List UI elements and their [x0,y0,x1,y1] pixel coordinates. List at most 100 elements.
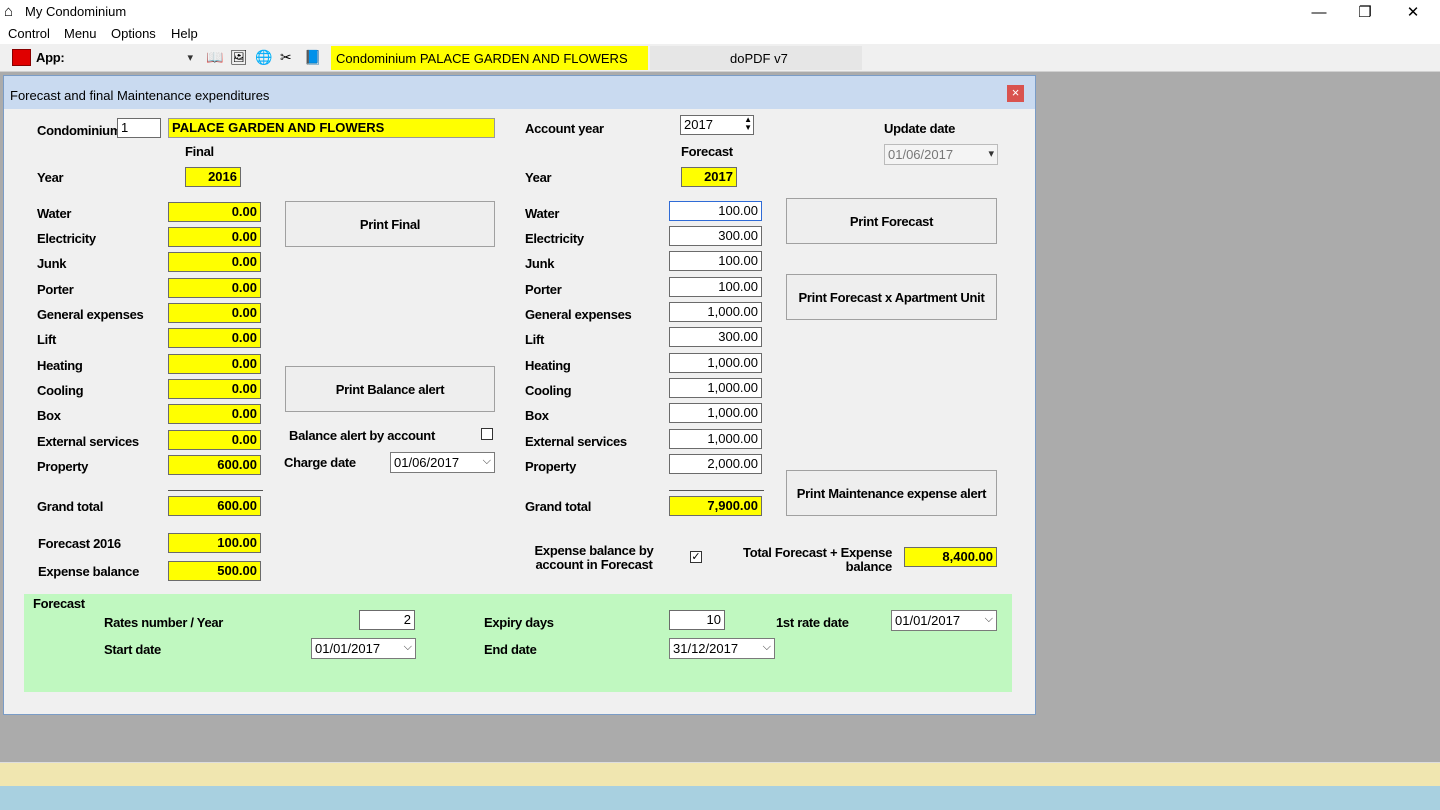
photo-icon[interactable]: 🖼 [230,49,248,66]
expense-balance-by-account-line-1: Expense balance by [534,543,654,558]
forecast-property-input[interactable]: 2,000.00 [669,454,762,474]
expense-label-heating: Heating [37,358,83,373]
close-icon[interactable]: ✕ [1390,0,1436,24]
start-date-value: 01/01/2017 [315,641,381,656]
forecast-label-porter: Porter [525,282,562,297]
forecast-column-label: Forecast [681,144,733,159]
forecast-porter-input[interactable]: 100.00 [669,277,762,297]
final-cooling: 0.00 [168,379,261,399]
menu-options[interactable]: Options [111,26,156,41]
expense-balance-by-account-checkbox[interactable]: ✓ [690,551,702,563]
forecast-general-input[interactable]: 1,000.00 [669,302,762,322]
maintenance-form: Forecast and final Maintenance expenditu… [3,75,1036,715]
rates-input[interactable]: 2 [359,610,415,630]
app-label: App: [36,50,65,65]
app-house-icon: ⌂ [4,3,14,20]
forecast-cooling-input[interactable]: 1,000.00 [669,378,762,398]
forecast-heating-input[interactable]: 1,000.00 [669,353,762,373]
printer-status[interactable]: doPDF v7 [650,46,862,70]
expiry-input[interactable]: 10 [669,610,725,630]
checkmark-icon: ✓ [691,551,701,563]
expense-label-electricity: Electricity [37,231,96,246]
account-year-spinner[interactable]: 2017 ▲ ▼ [680,115,754,135]
forecast-panel: Forecast Rates number / Year 2 Expiry da… [24,594,1012,692]
expense-balance-label: Expense balance [38,564,139,579]
final-lift: 0.00 [168,328,261,348]
final-external: 0.00 [168,430,261,450]
forecast-label-external: External services [525,434,627,449]
maximize-icon[interactable]: ❐ [1342,0,1388,24]
final-water: 0.00 [168,202,261,222]
menu-help[interactable]: Help [171,26,198,41]
start-date-picker[interactable]: 01/01/2017 ⌵ [311,638,416,659]
book-icon[interactable]: 📖 [206,49,223,66]
update-date-picker: 01/06/2017 ▾ [884,144,998,165]
final-grand-total-label: Grand total [37,499,104,514]
balance-alert-checkbox[interactable] [481,428,493,440]
window-title: My Condominium [25,4,127,19]
forecast-label-junk: Junk [525,256,555,271]
app-red-icon[interactable] [12,49,31,66]
dropdown-arrow-icon: ⌵ [984,613,993,625]
window-title-bar: ⌂ My Condominium — ❐ ✕ [0,0,1440,24]
forecast-label-cooling: Cooling [525,383,572,398]
form-title-bar: Forecast and final Maintenance expenditu… [4,76,1035,109]
condo-banner-text: Condominium PALACE GARDEN AND FLOWERS [336,51,628,66]
print-final-button[interactable]: Print Final [285,201,495,247]
expense-label-cooling: Cooling [37,383,84,398]
final-heating: 0.00 [168,354,261,374]
expense-label-lift: Lift [37,332,57,347]
menu-control[interactable]: Control [8,26,50,41]
expense-balance-by-account-label: Expense balance by account in Forecast [519,544,669,572]
forecast-external-input[interactable]: 1,000.00 [669,429,762,449]
update-date-value: 01/06/2017 [888,147,954,162]
first-rate-value: 01/01/2017 [895,613,961,628]
spin-arrows-icon[interactable]: ▲ ▼ [744,116,752,132]
final-grand-total: 600.00 [168,496,261,516]
forecast-lift-input[interactable]: 300.00 [669,327,762,347]
forecast-year-field: 2017 [681,167,737,187]
printer-label: doPDF v7 [730,51,788,66]
forecast-grand-total: 7,900.00 [669,496,762,516]
balance-alert-label: Balance alert by account [289,428,435,443]
condominium-number-input[interactable]: 1 [117,118,161,138]
final-box: 0.00 [168,404,261,424]
dropdown-arrow-icon: ▾ [187,52,193,64]
form-close-icon[interactable]: × [1007,85,1024,102]
final-junk: 0.00 [168,252,261,272]
account-year-label: Account year [525,121,604,136]
update-date-label: Update date [884,121,956,136]
forecast-prev-value: 100.00 [168,533,261,553]
menu-menu[interactable]: Menu [64,26,97,41]
print-forecast-button[interactable]: Print Forecast [786,198,997,244]
end-date-picker[interactable]: 31/12/2017 ⌵ [669,638,775,659]
expense-label-box: Box [37,408,61,423]
account-year-value: 2017 [684,117,713,132]
print-balance-alert-button[interactable]: Print Balance alert [285,366,495,412]
forecast-electricity-input[interactable]: 300.00 [669,226,762,246]
first-rate-date-picker[interactable]: 01/01/2017 ⌵ [891,610,997,631]
app-selector[interactable]: App: ▾ [36,47,196,67]
expense-label-porter: Porter [37,282,74,297]
print-maintenance-alert-button[interactable]: Print Maintenance expense alert [786,470,997,516]
globe-icon[interactable]: 🌐 [255,49,272,66]
forecast-label-water: Water [525,206,560,221]
rates-label: Rates number / Year [104,615,224,630]
total-forecast-value: 8,400.00 [904,547,997,567]
forecast-box-input[interactable]: 1,000.00 [669,403,762,423]
forecast-junk-input[interactable]: 100.00 [669,251,762,271]
open-book-icon[interactable]: 📘 [304,49,321,66]
print-forecast-unit-button[interactable]: Print Forecast x Apartment Unit [786,274,997,320]
start-date-label: Start date [104,642,161,657]
expiry-label: Expiry days [484,615,554,630]
final-column-label: Final [185,144,214,159]
forecast-label-general: General expenses [525,307,632,322]
total-forecast-line-1: Total Forecast + Expense [743,545,892,560]
charge-date-picker[interactable]: 01/06/2017 ⌵ [390,452,495,473]
dropdown-arrow-icon: ▾ [988,148,994,160]
minimize-icon[interactable]: — [1296,0,1342,24]
condominium-label: Condominium [37,123,122,138]
forecast-water-input[interactable]: 100.00 [669,201,762,221]
scissors-icon[interactable]: ✂ [280,49,292,66]
forecast-prev-label: Forecast 2016 [38,536,121,551]
